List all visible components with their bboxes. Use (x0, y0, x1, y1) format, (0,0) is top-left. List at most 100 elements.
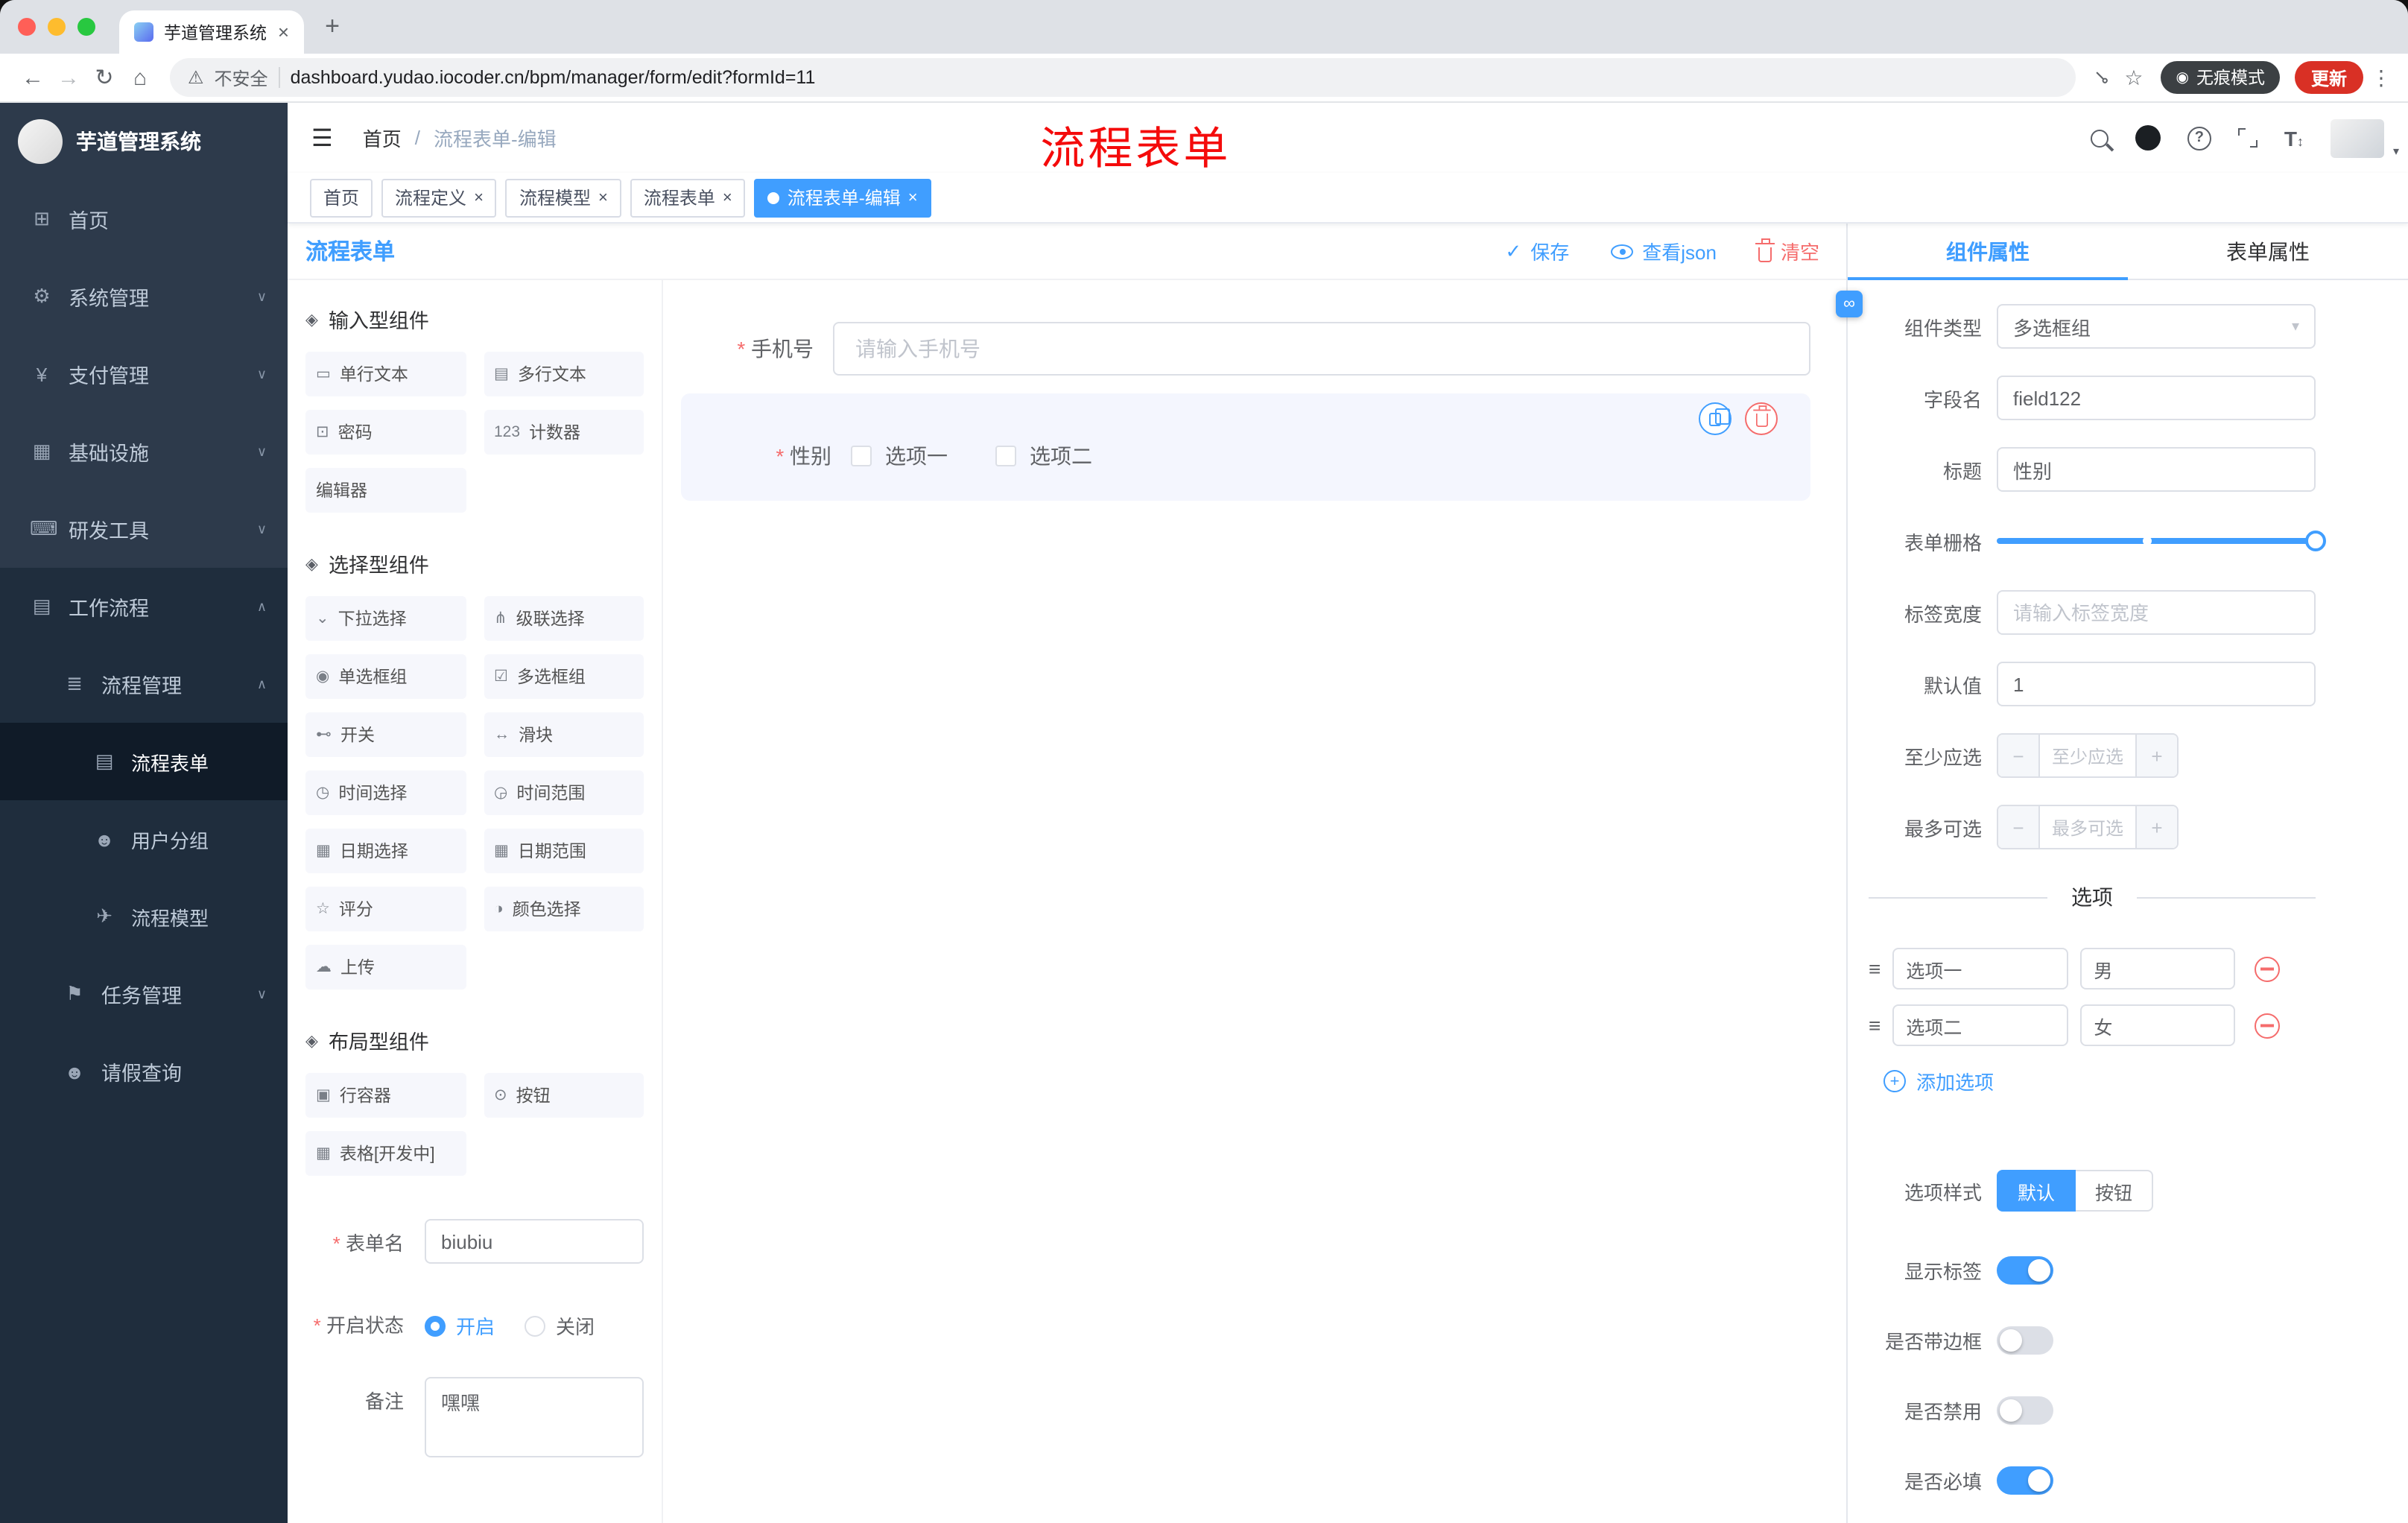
font-size-icon[interactable]: T↕ (2284, 126, 2304, 150)
palette-item[interactable]: ▦ 日期范围 (484, 829, 644, 873)
palette-item[interactable]: ▣ 行容器 (305, 1073, 466, 1118)
close-icon[interactable]: × (598, 189, 608, 206)
tag-4[interactable]: 流程表单-编辑 × (754, 178, 931, 217)
view-json-button[interactable]: 查看json (1611, 237, 1717, 265)
palette-item[interactable]: ☁ 上传 (305, 945, 466, 990)
minus-icon[interactable]: − (1998, 735, 2040, 776)
sidebar-item-system[interactable]: ⚙ 系统管理 ∨ (0, 258, 288, 335)
plus-icon[interactable]: + (2135, 806, 2177, 848)
palette-item[interactable]: ⊷ 开关 (305, 712, 466, 757)
option-name-input[interactable] (1892, 948, 2069, 990)
sidebar-item-workflow[interactable]: ▤ 工作流程 ∧ (0, 568, 288, 645)
palette-item[interactable]: ▦ 表格[开发中] (305, 1131, 466, 1176)
field-name-input[interactable] (1997, 376, 2316, 420)
min-count-stepper[interactable]: − 至少应选 + (1997, 733, 2179, 778)
style-default-button[interactable]: 默认 (1997, 1170, 2076, 1212)
max-count-stepper[interactable]: − 最多可选 + (1997, 805, 2179, 849)
checkbox-option-1[interactable]: 选项一 (851, 441, 948, 471)
sidebar-item-payment[interactable]: ¥ 支付管理 ∨ (0, 335, 288, 413)
title-input[interactable] (1997, 447, 2316, 492)
new-tab-button[interactable]: + (313, 7, 352, 46)
grid-slider[interactable] (1997, 519, 2326, 563)
style-button-button[interactable]: 按钮 (2076, 1170, 2154, 1212)
clear-button[interactable]: 清空 (1755, 237, 1819, 265)
default-value-input[interactable] (1997, 662, 2316, 706)
github-icon[interactable] (2135, 125, 2161, 151)
palette-item[interactable]: ▤ 多行文本 (484, 352, 644, 396)
palette-item[interactable]: 123 计数器 (484, 410, 644, 455)
palette-item[interactable]: ↔ 滑块 (484, 712, 644, 757)
toggle-switch[interactable] (1997, 1396, 2053, 1425)
close-icon[interactable]: × (908, 189, 918, 206)
sidebar-item-devtools[interactable]: ⌨ 研发工具 ∨ (0, 490, 288, 568)
address-bar[interactable]: ⚠ 不安全 dashboard.yudao.iocoder.cn/bpm/man… (170, 58, 2076, 97)
toggle-switch[interactable] (1997, 1326, 2053, 1355)
minus-icon[interactable]: − (1998, 806, 2040, 848)
slider-track[interactable] (1997, 531, 2326, 551)
label-width-input[interactable] (1997, 590, 2316, 635)
palette-item[interactable]: ⋔ 级联选择 (484, 596, 644, 641)
sidebar-item-process-form[interactable]: ▤ 流程表单 (0, 723, 288, 800)
slider-handle[interactable] (2305, 531, 2326, 551)
status-off-radio[interactable]: 关闭 (525, 1311, 595, 1340)
link-icon[interactable]: ∞ (1836, 291, 1863, 317)
sidebar-item-process-management[interactable]: ≣ 流程管理 ∧ (0, 645, 288, 723)
remark-textarea[interactable]: 嘿嘿 (425, 1377, 644, 1457)
sidebar-item-home[interactable]: ⊞ 首页 (0, 180, 288, 258)
delete-component-button[interactable] (1745, 402, 1778, 435)
phone-input[interactable] (833, 322, 1810, 376)
zoom-window-button[interactable] (77, 18, 95, 36)
password-key-icon[interactable]: ⊸ (2087, 63, 2116, 92)
sidebar-item-leave-query[interactable]: ☻ 请假查询 (0, 1033, 288, 1110)
tag-0[interactable]: 首页 (310, 178, 373, 217)
palette-item[interactable]: ◷ 时间选择 (305, 770, 466, 815)
palette-item[interactable]: ⊡ 密码 (305, 410, 466, 455)
bookmark-star-icon[interactable]: ☆ (2124, 65, 2143, 90)
palette-item[interactable]: ☑ 多选框组 (484, 654, 644, 699)
toggle-switch[interactable] (1997, 1466, 2053, 1495)
help-icon[interactable]: ? (2187, 126, 2211, 150)
tag-1[interactable]: 流程定义 × (381, 178, 497, 217)
add-option-button[interactable]: + 添加选项 (1883, 1067, 2316, 1095)
user-avatar[interactable]: ▾ (2331, 118, 2399, 157)
save-button[interactable]: ✓ 保存 (1505, 237, 1569, 265)
collapse-sidebar-icon[interactable]: ☰ (311, 123, 333, 153)
sidebar-item-infra[interactable]: ▦ 基础设施 ∨ (0, 413, 288, 490)
option-name-input[interactable] (1892, 1004, 2069, 1046)
palette-item[interactable]: ⌄ 下拉选择 (305, 596, 466, 641)
form-canvas[interactable]: 手机号 性别 (663, 280, 1846, 1523)
checkbox-icon[interactable] (995, 446, 1016, 466)
palette-item[interactable]: ▦ 日期选择 (305, 829, 466, 873)
update-button[interactable]: 更新 (2294, 61, 2363, 94)
tab-form-props[interactable]: 表单属性 (2128, 224, 2408, 279)
drag-handle-icon[interactable]: ≡ (1869, 1013, 1881, 1037)
checkbox-icon[interactable] (851, 446, 872, 466)
tab-component-props[interactable]: 组件属性 (1848, 224, 2128, 280)
canvas-field-phone[interactable]: 手机号 (681, 322, 1810, 376)
palette-item[interactable]: ☆ 评分 (305, 887, 466, 931)
browser-tab[interactable]: 芋道管理系统 × (119, 10, 304, 54)
sidebar-item-user-group[interactable]: ☻ 用户分组 (0, 800, 288, 878)
toggle-switch[interactable] (1997, 1256, 2053, 1285)
close-icon[interactable]: × (474, 189, 484, 206)
plus-icon[interactable]: + (2135, 735, 2177, 776)
status-on-radio[interactable]: 开启 (425, 1311, 495, 1340)
close-window-button[interactable] (18, 18, 36, 36)
option-value-input[interactable] (2080, 948, 2236, 990)
close-icon[interactable]: × (723, 189, 732, 206)
remove-option-icon[interactable] (2255, 1013, 2281, 1038)
palette-item[interactable]: ◉ 单选框组 (305, 654, 466, 699)
copy-component-button[interactable] (1699, 402, 1731, 435)
sidebar-item-task-management[interactable]: ⚑ 任务管理 ∨ (0, 955, 288, 1033)
checkbox-option-2[interactable]: 选项二 (995, 441, 1092, 471)
option-value-input[interactable] (2080, 1004, 2236, 1046)
form-name-input[interactable] (425, 1219, 644, 1264)
forward-button[interactable]: → (51, 60, 86, 95)
component-type-select[interactable]: 多选框组 ▾ (1997, 304, 2316, 349)
palette-item[interactable]: 编辑器 (305, 468, 466, 513)
home-button[interactable]: ⌂ (122, 60, 158, 95)
tab-close-icon[interactable]: × (278, 21, 289, 43)
fullscreen-icon[interactable] (2237, 128, 2258, 148)
palette-item[interactable]: ▭ 单行文本 (305, 352, 466, 396)
palette-item[interactable]: ◶ 时间范围 (484, 770, 644, 815)
